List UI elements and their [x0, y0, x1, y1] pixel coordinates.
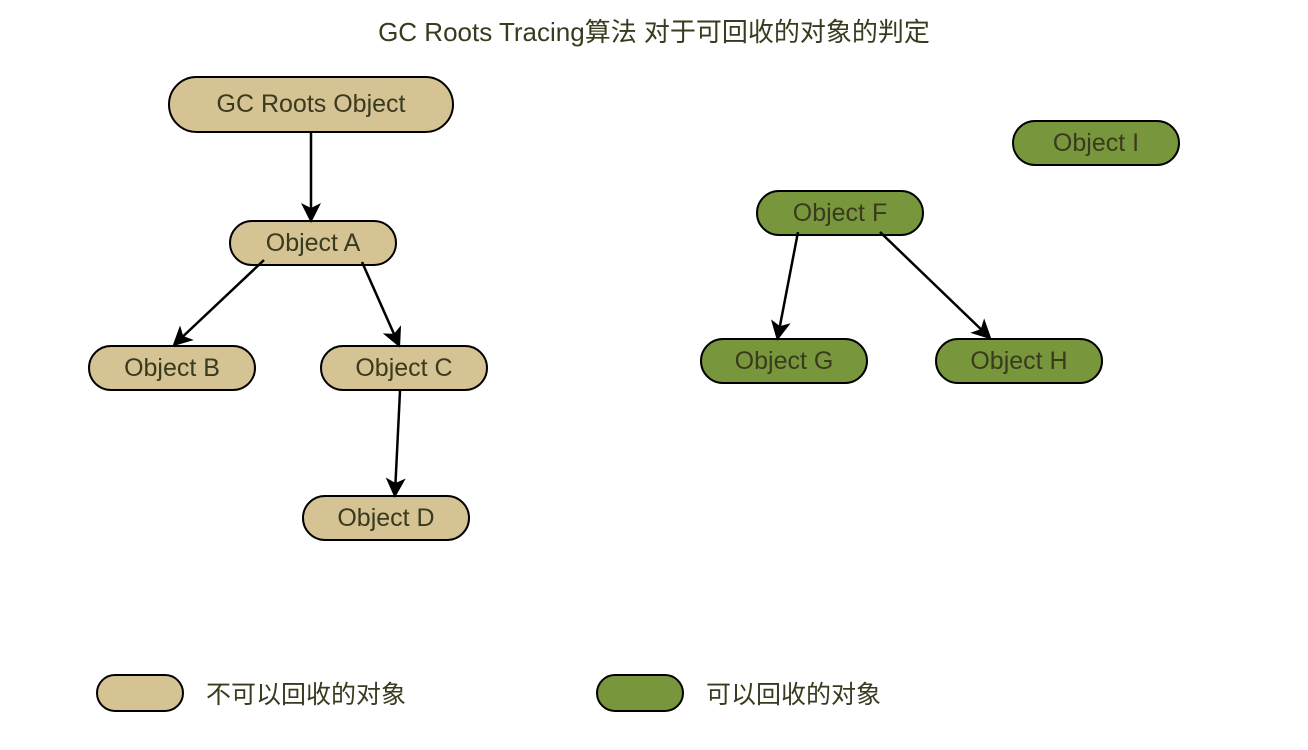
edge-objectF-to-objectG	[778, 232, 798, 336]
legend-label-non-recyclable: 不可以回收的对象	[206, 675, 406, 711]
node-object-d: Object D	[302, 495, 470, 541]
legend-swatch-green	[596, 674, 684, 712]
node-label: Object B	[124, 354, 220, 383]
node-label: Object D	[337, 504, 434, 533]
legend-recyclable: 可以回收的对象	[596, 674, 881, 712]
node-label: Object I	[1053, 129, 1139, 158]
node-label: Object C	[355, 354, 452, 383]
node-object-b: Object B	[88, 345, 256, 391]
legend-non-recyclable: 不可以回收的对象	[96, 674, 406, 712]
node-label: Object A	[266, 229, 361, 258]
edge-objectC-to-objectD	[395, 391, 400, 493]
node-label: Object H	[970, 347, 1067, 376]
edge-objectA-to-objectB	[176, 260, 264, 343]
node-gc-roots-object: GC Roots Object	[168, 76, 454, 133]
node-label: Object F	[793, 199, 887, 228]
legend-swatch-tan	[96, 674, 184, 712]
node-label: Object G	[735, 347, 834, 376]
node-object-c: Object C	[320, 345, 488, 391]
node-object-g: Object G	[700, 338, 868, 384]
diagram-title: GC Roots Tracing算法 对于可回收的对象的判定	[0, 12, 1308, 49]
node-label: GC Roots Object	[217, 90, 406, 119]
node-object-f: Object F	[756, 190, 924, 236]
node-object-a: Object A	[229, 220, 397, 266]
node-object-h: Object H	[935, 338, 1103, 384]
edge-objectA-to-objectC	[362, 262, 398, 343]
node-object-i: Object I	[1012, 120, 1180, 166]
legend-label-recyclable: 可以回收的对象	[706, 675, 881, 711]
edge-objectF-to-objectH	[880, 232, 988, 336]
